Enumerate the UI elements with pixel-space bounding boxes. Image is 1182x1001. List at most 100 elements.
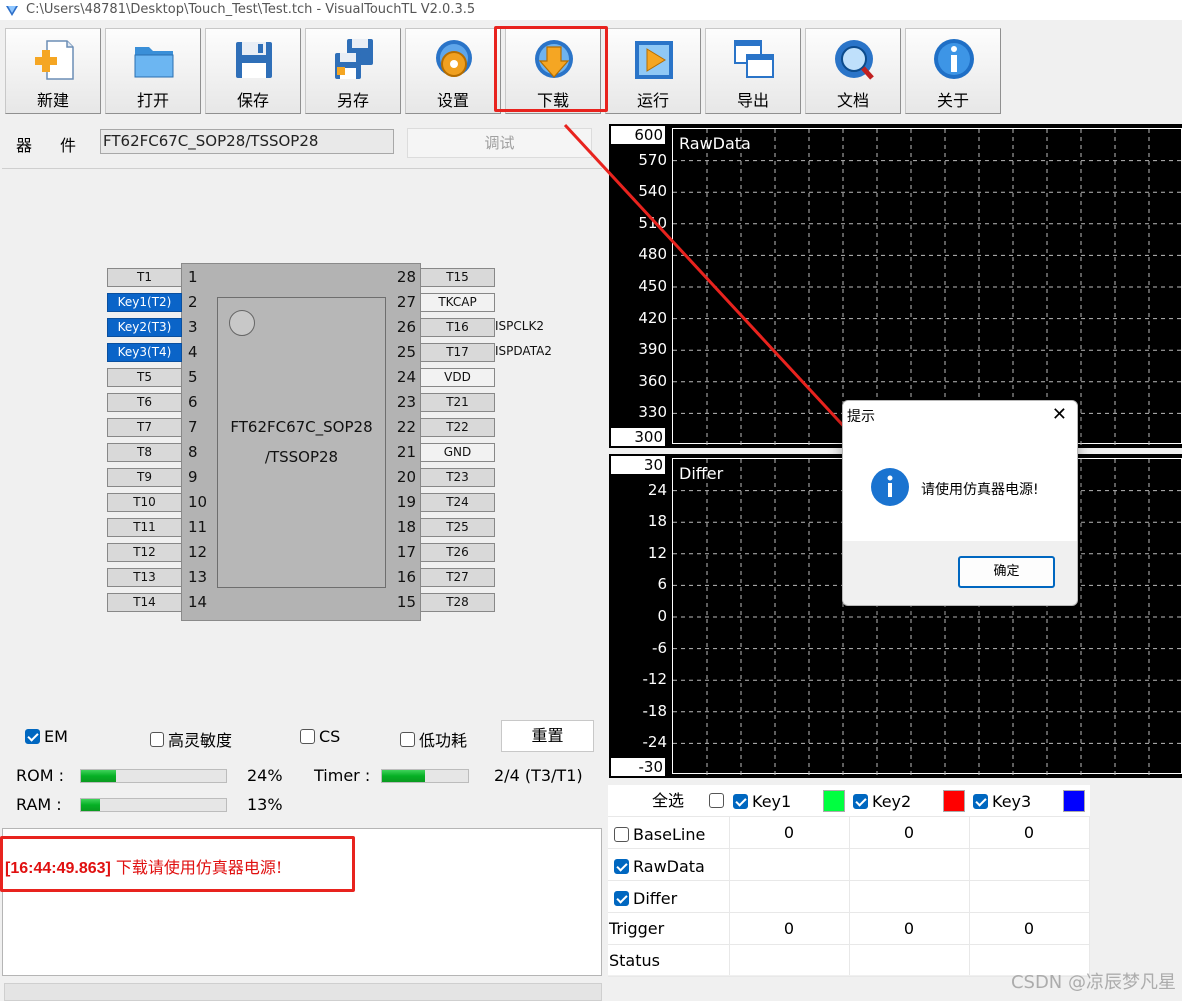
- low-power-checkbox[interactable]: 低功耗: [400, 727, 467, 751]
- high-sensitivity-checkbox[interactable]: 高灵敏度: [150, 727, 232, 751]
- save-button[interactable]: 保存: [205, 28, 301, 114]
- low-power-check-box[interactable]: [400, 731, 415, 747]
- left-pin-box[interactable]: T5: [107, 368, 182, 387]
- key1-color-swatch[interactable]: [823, 790, 845, 812]
- close-icon[interactable]: ✕: [1052, 404, 1067, 425]
- save-as-button[interactable]: 另存: [305, 28, 401, 114]
- chip-die: [217, 297, 386, 588]
- row-checkbox[interactable]: Differ: [614, 889, 677, 908]
- right-pin-box[interactable]: T27: [420, 568, 495, 587]
- about-button[interactable]: 关于: [905, 28, 1001, 114]
- right-pin-number: 25: [396, 343, 416, 361]
- cs-checkbox[interactable]: CS: [300, 727, 340, 746]
- row-checkbox[interactable]: RawData: [614, 857, 705, 876]
- right-pin-number: 27: [396, 293, 416, 311]
- left-pin-number: 7: [188, 418, 198, 436]
- left-pin-box[interactable]: T1: [107, 268, 182, 287]
- key2-check-box[interactable]: [853, 794, 868, 809]
- em-checkbox[interactable]: EM: [25, 727, 68, 746]
- table-col-divider: [1089, 817, 1090, 975]
- left-pin-box[interactable]: T8: [107, 443, 182, 462]
- cs-check-box[interactable]: [300, 729, 315, 744]
- key1-check-box[interactable]: [733, 794, 748, 809]
- left-pin-box[interactable]: Key3(T4): [107, 343, 182, 362]
- window-title: C:\Users\48781\Desktop\Touch_Test\Test.t…: [26, 2, 476, 17]
- left-pin-box[interactable]: T7: [107, 418, 182, 437]
- row-check-box[interactable]: [614, 827, 629, 842]
- docs-button[interactable]: 文档: [805, 28, 901, 114]
- key3-label: Key3: [992, 792, 1032, 811]
- rawdata-ymin[interactable]: 300: [611, 428, 665, 446]
- cs-label: CS: [319, 727, 341, 746]
- info-icon: [871, 468, 909, 506]
- right-pin-number: 20: [396, 468, 416, 486]
- new-button[interactable]: 新建: [5, 28, 101, 114]
- ram-progress-fill: [81, 799, 100, 811]
- key2-checkbox[interactable]: Key2: [853, 792, 911, 811]
- key3-checkbox[interactable]: Key3: [973, 792, 1031, 811]
- high-sensitivity-check-box[interactable]: [150, 731, 164, 747]
- left-pin-box[interactable]: T9: [107, 468, 182, 487]
- right-pin-box[interactable]: T26: [420, 543, 495, 562]
- left-pin-box[interactable]: T10: [107, 493, 182, 512]
- settings-button[interactable]: 设置: [405, 28, 501, 114]
- left-pin-box[interactable]: T6: [107, 393, 182, 412]
- row-label: Status: [609, 951, 660, 970]
- differ-ymin[interactable]: -30: [611, 758, 665, 776]
- left-pin-box[interactable]: Key1(T2): [107, 293, 182, 312]
- left-pin-box[interactable]: Key2(T3): [107, 318, 182, 337]
- left-pin-box[interactable]: T13: [107, 568, 182, 587]
- key3-color-swatch[interactable]: [1063, 790, 1085, 812]
- differ-y-tick: -24: [642, 733, 668, 752]
- table-col-divider: [849, 817, 850, 975]
- right-pin-box[interactable]: GND: [420, 443, 495, 462]
- left-pin-box[interactable]: T12: [107, 543, 182, 562]
- em-check-box[interactable]: [25, 729, 40, 744]
- right-pin-box[interactable]: T21: [420, 393, 495, 412]
- right-pin-box[interactable]: T28: [420, 593, 495, 612]
- reset-button[interactable]: 重置: [501, 720, 594, 752]
- right-pin-box[interactable]: T25: [420, 518, 495, 537]
- right-pin-box[interactable]: T17: [420, 343, 495, 362]
- rawdata-ymax[interactable]: 600: [611, 126, 665, 144]
- right-pin-box[interactable]: T22: [420, 418, 495, 437]
- debug-button[interactable]: 调试: [407, 128, 592, 158]
- right-pin-box[interactable]: T16: [420, 318, 495, 337]
- left-pin-box[interactable]: T11: [107, 518, 182, 537]
- row-checkbox[interactable]: BaseLine: [614, 825, 705, 844]
- table-cell: 0: [903, 823, 915, 842]
- left-pin-box[interactable]: T14: [107, 593, 182, 612]
- rawdata-y-tick: 510: [638, 213, 667, 232]
- right-pin-number: 15: [396, 593, 416, 611]
- right-pin-number: 19: [396, 493, 416, 511]
- search-globe-icon: [835, 40, 874, 80]
- export-button[interactable]: 导出: [705, 28, 801, 114]
- differ-y-tick: 0: [657, 607, 667, 625]
- key3-check-box[interactable]: [973, 794, 988, 809]
- device-field[interactable]: FT62FC67C_SOP28/TSSOP28: [100, 129, 394, 154]
- right-pin-box[interactable]: TKCAP: [420, 293, 495, 312]
- select-all-check-box[interactable]: [709, 793, 724, 808]
- differ-ymax[interactable]: 30: [611, 456, 665, 474]
- run-button[interactable]: 运行: [605, 28, 701, 114]
- save-label: 保存: [236, 91, 269, 110]
- row-check-box[interactable]: [614, 859, 629, 874]
- differ-y-tick: 24: [647, 480, 667, 499]
- download-highlight-box: [494, 26, 608, 112]
- ok-button[interactable]: 确定: [958, 556, 1055, 588]
- key2-color-swatch[interactable]: [943, 790, 965, 812]
- open-button[interactable]: 打开: [105, 28, 201, 114]
- right-pin-box[interactable]: T24: [420, 493, 495, 512]
- right-pin-box[interactable]: T15: [420, 268, 495, 287]
- table-cell: 0: [903, 919, 915, 938]
- key1-checkbox[interactable]: Key1: [733, 792, 791, 811]
- right-pin-box[interactable]: VDD: [420, 368, 495, 387]
- rawdata-y-tick: 540: [638, 182, 667, 201]
- channel-table: 全选 Key1 Key2 Key3 BaseLine 0 0 0 RawData Diff…: [608, 785, 1090, 977]
- open-label: 打开: [136, 91, 169, 110]
- rom-progress-fill: [81, 770, 116, 782]
- row-check-box[interactable]: [614, 891, 629, 906]
- select-all-checkbox[interactable]: [709, 793, 728, 808]
- play-icon: [635, 41, 673, 79]
- right-pin-box[interactable]: T23: [420, 468, 495, 487]
